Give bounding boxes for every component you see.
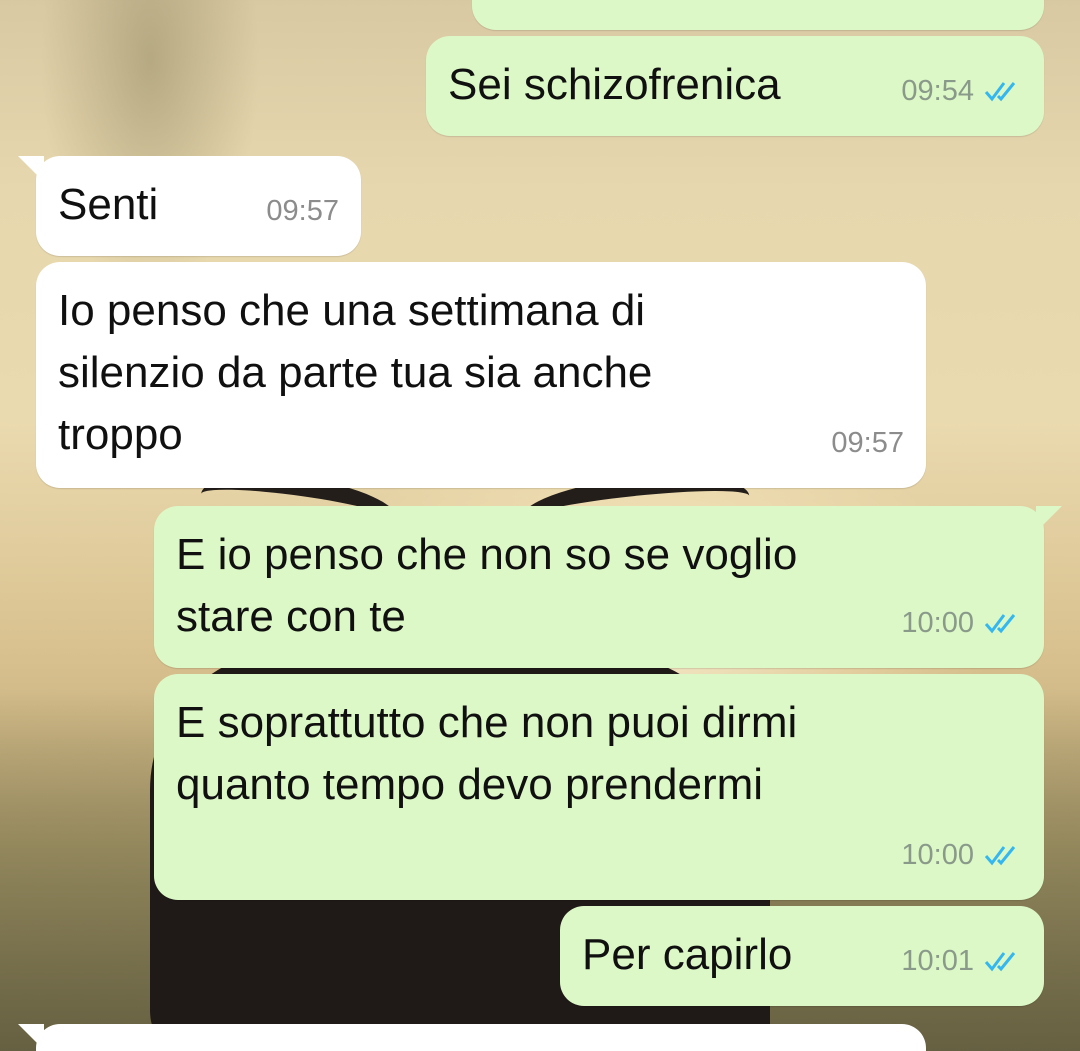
outgoing-message-bubble[interactable]: E soprattutto che non puoi dirmi quanto … xyxy=(154,674,1044,900)
message-meta: 10:01 xyxy=(901,930,1022,992)
message-text: Io penso che una settimana di silenzio d… xyxy=(58,286,653,459)
message-time: 10:00 xyxy=(901,607,974,639)
message-time: 09:57 xyxy=(831,427,904,459)
message-text: Per capirlo xyxy=(582,930,793,979)
double-check-icon xyxy=(984,952,1016,972)
double-check-icon xyxy=(984,846,1016,866)
message-time: 10:00 xyxy=(901,839,974,871)
bubble-tail xyxy=(18,1024,44,1050)
incoming-message-bubble[interactable]: Io penso che una settimana di silenzio d… xyxy=(36,262,926,488)
bubble-tail xyxy=(18,156,44,182)
incoming-message-bubble[interactable]: Senti 09:57 xyxy=(18,156,361,256)
message-meta: 09:57 xyxy=(266,180,339,242)
outgoing-message-bubble[interactable]: Sei schizofrenica 09:54 xyxy=(426,36,1044,136)
message-text: Senti xyxy=(58,180,159,229)
message-meta: 09:57 xyxy=(831,412,904,474)
message-meta: 09:54 xyxy=(901,60,1022,122)
message-meta: 10:00 xyxy=(901,824,1022,886)
double-check-icon xyxy=(984,614,1016,634)
message-text: E io penso che non so se voglio stare co… xyxy=(176,530,798,641)
double-check-icon xyxy=(984,82,1016,102)
message-text: Sei schizofrenica xyxy=(448,60,781,109)
message-time: 09:57 xyxy=(266,195,339,227)
outgoing-message-bubble[interactable]: Per capirlo 10:01 xyxy=(560,906,1044,1006)
outgoing-message-bubble[interactable]: E io penso che non so se voglio stare co… xyxy=(154,506,1062,668)
message-time: 10:01 xyxy=(901,945,974,977)
incoming-message-bubble[interactable] xyxy=(18,1024,926,1051)
message-meta: 10:00 xyxy=(901,592,1022,654)
message-time: 09:54 xyxy=(901,75,974,107)
bubble-tail xyxy=(1036,506,1062,532)
outgoing-message-bubble[interactable] xyxy=(472,0,1044,30)
message-text: E soprattutto che non puoi dirmi quanto … xyxy=(176,698,798,809)
